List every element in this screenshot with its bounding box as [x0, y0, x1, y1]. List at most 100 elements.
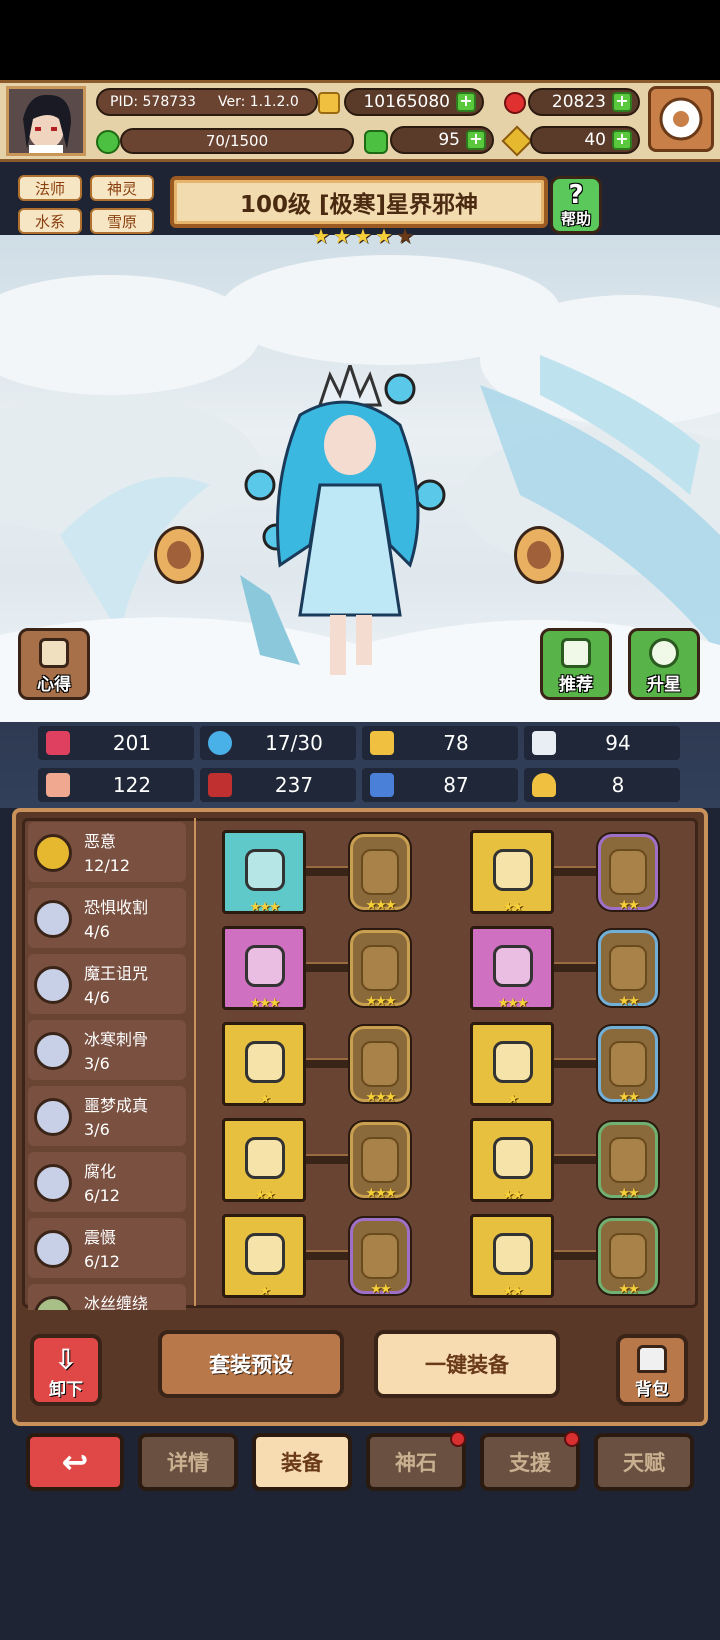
godstone-socket[interactable]: ★★★	[350, 834, 410, 913]
set-name: 噩梦成真	[84, 1096, 149, 1115]
item-star-rating: ★★★	[249, 996, 281, 1011]
back-button[interactable]: ↩	[26, 1433, 124, 1491]
tab-equipment[interactable]: 装备	[252, 1433, 352, 1491]
notification-dot	[564, 1431, 580, 1447]
set-emblem-icon	[34, 1098, 72, 1136]
equip-slot-gauntlet[interactable]: ★	[470, 1022, 554, 1107]
godstone-socket[interactable]: ★★★	[350, 1122, 410, 1201]
set-bonus-item[interactable]: 魔王诅咒 4/6	[28, 954, 186, 1014]
godstone-star-rating: ★★	[618, 1186, 639, 1201]
equip-slot-helmet[interactable]: ★	[222, 1214, 306, 1299]
godstone-socket[interactable]: ★★	[598, 1026, 658, 1105]
item-star-rating: ★★	[254, 1188, 275, 1203]
helmet-icon	[245, 1233, 285, 1275]
socket-connector	[554, 1058, 598, 1068]
boots-icon	[493, 1233, 533, 1275]
robe-icon	[493, 945, 533, 987]
godstone-star-rating: ★★★	[365, 994, 397, 1009]
item-star-rating: ★★★	[249, 900, 281, 915]
amulet-icon	[245, 945, 285, 987]
unequip-label: 卸下	[49, 1380, 83, 1400]
set-name: 震慑	[84, 1228, 117, 1247]
set-bonus-list[interactable]: 恶意 12/12 恐惧收割 4/6 魔王诅咒 4/6 冰寒刺骨 3/6 噩梦成真 3/6 腐化 6/1…	[0, 0, 720, 1310]
equip-slot-necklace[interactable]: ★	[222, 1022, 306, 1107]
set-bonus-item[interactable]: 恶意 12/12	[28, 822, 186, 882]
socket-connector	[306, 1058, 350, 1068]
preset-button[interactable]: 套装预设	[158, 1330, 344, 1398]
backpack-icon	[637, 1345, 667, 1373]
socket-connector	[306, 962, 350, 972]
set-count: 6/12	[84, 1252, 120, 1271]
equip-slot-robe[interactable]: ★★★	[470, 926, 554, 1011]
godstone-socket[interactable]: ★★★	[350, 1026, 410, 1105]
necklace-icon	[245, 1041, 285, 1083]
set-emblem-icon	[34, 900, 72, 938]
equip-slot-ring[interactable]: ★★	[222, 1118, 306, 1203]
godstone-star-rating: ★★★	[365, 898, 397, 913]
tab-godstone-label: 神石	[395, 1451, 437, 1475]
set-bonus-item[interactable]: 震慑 6/12	[28, 1218, 186, 1278]
godstone-icon	[361, 1137, 399, 1183]
set-bonus-item[interactable]: 冰寒刺骨 3/6	[28, 1020, 186, 1080]
tab-support[interactable]: 支援	[480, 1431, 580, 1491]
set-emblem-icon	[34, 834, 72, 872]
staff-icon	[245, 849, 285, 891]
preset-label: 套装预设	[209, 1353, 293, 1377]
set-emblem-icon	[34, 1230, 72, 1268]
item-star-rating: ★★	[502, 1284, 523, 1299]
godstone-socket[interactable]: ★★	[598, 930, 658, 1009]
set-bonus-item[interactable]: 冰丝缠绕	[28, 1284, 186, 1310]
item-star-rating: ★★	[502, 1188, 523, 1203]
set-count: 3/6	[84, 1120, 110, 1139]
auto-equip-button[interactable]: 一键装备	[374, 1330, 560, 1398]
set-emblem-icon	[34, 966, 72, 1004]
set-name: 冰丝缠绕	[84, 1294, 149, 1310]
godstone-star-rating: ★★	[618, 1282, 639, 1297]
tab-support-label: 支援	[509, 1451, 551, 1475]
socket-connector	[306, 1154, 350, 1164]
godstone-icon	[609, 849, 647, 895]
godstone-socket[interactable]: ★★	[598, 1122, 658, 1201]
godstone-socket[interactable]: ★★★	[350, 930, 410, 1009]
godstone-socket[interactable]: ★★	[350, 1218, 410, 1297]
item-star-rating: ★	[259, 1284, 271, 1299]
item-star-rating: ★	[507, 1092, 519, 1107]
set-bonus-item[interactable]: 噩梦成真 3/6	[28, 1086, 186, 1146]
tab-godstone[interactable]: 神石	[366, 1431, 466, 1491]
tab-talent[interactable]: 天赋	[594, 1433, 694, 1491]
shoulder-icon	[493, 1137, 533, 1179]
set-name: 恶意	[84, 832, 117, 851]
godstone-star-rating: ★★★	[365, 1090, 397, 1105]
set-name: 恐惧收割	[84, 898, 149, 917]
equip-slot-hood[interactable]: ★★	[470, 830, 554, 915]
set-name: 腐化	[84, 1162, 117, 1181]
unequip-button[interactable]: ⇩ 卸下	[30, 1334, 102, 1406]
tab-details[interactable]: 详情	[138, 1433, 238, 1491]
arrow-down-icon: ⇩	[54, 1343, 78, 1376]
set-bonus-item[interactable]: 腐化 6/12	[28, 1152, 186, 1212]
set-bonus-item[interactable]: 恐惧收割 4/6	[28, 888, 186, 948]
set-emblem-icon	[34, 1296, 72, 1310]
set-count: 12/12	[84, 856, 131, 875]
godstone-icon	[609, 1137, 647, 1183]
socket-connector	[554, 1154, 598, 1164]
ring-icon	[245, 1137, 285, 1179]
set-name: 冰寒刺骨	[84, 1030, 149, 1049]
socket-connector	[554, 962, 598, 972]
set-emblem-icon	[34, 1032, 72, 1070]
godstone-icon	[361, 1041, 399, 1087]
bag-button[interactable]: 背包	[616, 1334, 688, 1406]
equip-slot-boots[interactable]: ★★	[470, 1214, 554, 1299]
godstone-socket[interactable]: ★★	[598, 834, 658, 913]
hood-icon	[493, 849, 533, 891]
equip-slot-amulet[interactable]: ★★★	[222, 926, 306, 1011]
equip-slot-staff[interactable]: ★★★	[222, 830, 306, 915]
bag-label: 背包	[635, 1380, 669, 1400]
godstone-socket[interactable]: ★★	[598, 1218, 658, 1297]
equip-slot-shoulder[interactable]: ★★	[470, 1118, 554, 1203]
set-count: 3/6	[84, 1054, 110, 1073]
set-count: 4/6	[84, 988, 110, 1007]
socket-connector	[554, 1250, 598, 1260]
godstone-star-rating: ★★	[370, 1282, 391, 1297]
godstone-icon	[609, 1041, 647, 1087]
